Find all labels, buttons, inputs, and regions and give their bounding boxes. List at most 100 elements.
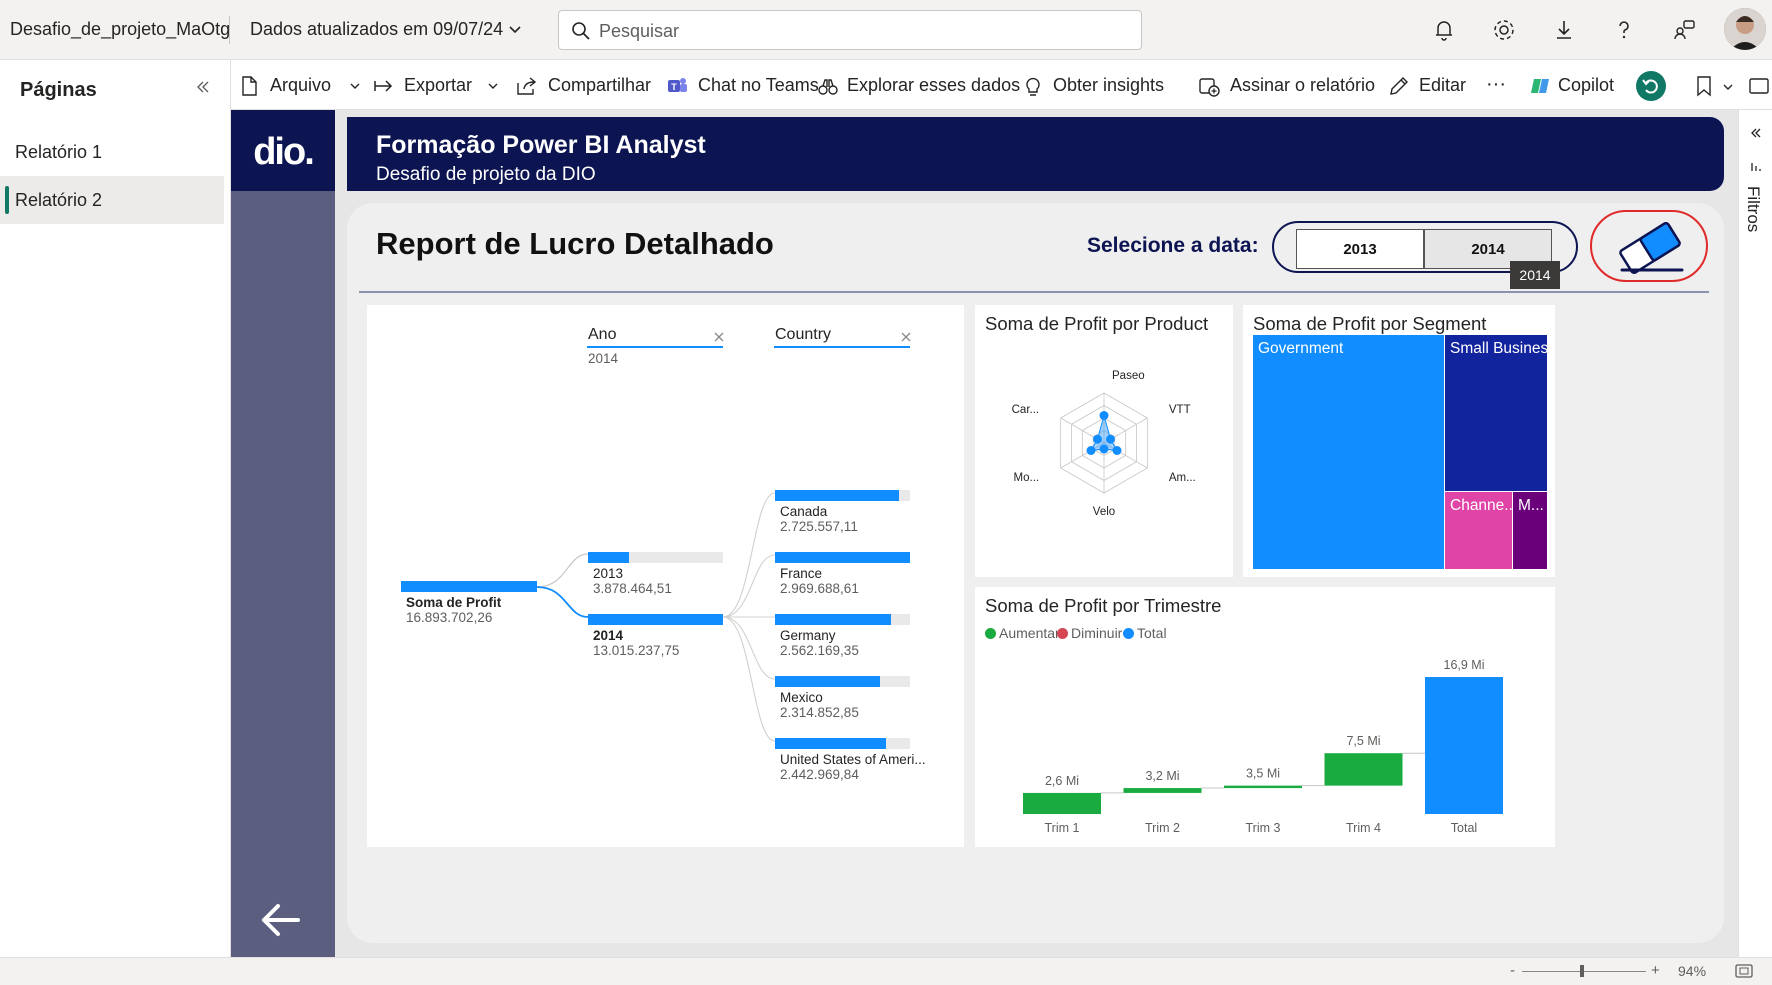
radar-axis-label: Velo [1093, 506, 1115, 518]
year-node-value: 3.878.464,51 [593, 581, 672, 596]
expand-icon[interactable] [1749, 126, 1763, 140]
waterfall-bar[interactable] [1123, 788, 1202, 793]
year-node-bar[interactable] [588, 552, 629, 563]
waterfall-bar[interactable] [1224, 785, 1302, 789]
country-node-value: 2.969.688,61 [780, 581, 859, 596]
view-icon[interactable] [1748, 75, 1770, 97]
report-sidebar: dio. [231, 110, 335, 957]
waterfall-category-label: Trim 4 [1346, 821, 1381, 835]
radar-point[interactable] [1099, 411, 1109, 420]
radar-chart-card[interactable]: Soma de Profit por Product Paseo VTT Am...… [975, 305, 1233, 577]
zoom-level[interactable]: 94% [1678, 963, 1706, 979]
fit-page-icon[interactable] [1735, 963, 1753, 979]
search-input[interactable] [599, 19, 1119, 43]
bookmark-icon[interactable] [1693, 75, 1715, 97]
copilot-button[interactable]: Copilot [1529, 73, 1619, 99]
radar-axis-label: Am... [1169, 472, 1196, 484]
country-node-value: 2.725.557,11 [780, 519, 858, 534]
insights-button[interactable]: Obter insights [1022, 73, 1165, 99]
editar-button[interactable]: Editar [1388, 73, 1468, 99]
radar-point[interactable] [1086, 446, 1096, 455]
feedback-icon[interactable] [1671, 17, 1697, 43]
root-node-value: 16.893.702,26 [406, 610, 493, 625]
country-node-bar[interactable] [775, 738, 886, 749]
chevron-down-icon [488, 83, 498, 89]
report-name[interactable]: Desafio_de_projeto_MaOtg [10, 19, 230, 40]
binoculars-icon [818, 79, 838, 95]
waterfall-category-label: Total [1451, 821, 1477, 835]
chat-teams-button[interactable]: T Chat no Teams [666, 73, 819, 99]
copilot-icon [1531, 79, 1549, 93]
search-box[interactable] [558, 10, 1142, 50]
collapse-icon[interactable] [192, 76, 214, 98]
report-canvas: dio. Formação Power BI Analyst Desafio d… [231, 110, 1738, 957]
treemap-tile-government[interactable]: Government [1253, 335, 1444, 569]
avatar[interactable] [1724, 8, 1766, 50]
zoom-in-button[interactable]: + [1651, 962, 1660, 979]
year-node-label: 2014 [593, 628, 624, 643]
insights-label: Obter insights [1053, 75, 1165, 95]
waterfall-data-label: 3,5 Mi [1246, 767, 1280, 781]
gear-icon[interactable] [1491, 17, 1517, 43]
root-node-bar[interactable] [401, 581, 537, 592]
zoom-slider-thumb[interactable] [1580, 965, 1584, 977]
filters-pane[interactable]: Filtros [1738, 110, 1772, 957]
copilot-label: Copilot [1558, 75, 1615, 95]
treemap-tile-midmarket[interactable]: M... [1513, 492, 1547, 569]
waterfall-data-label: 2,6 Mi [1045, 774, 1079, 788]
treemap-tile-channel[interactable]: Channe... [1445, 492, 1512, 569]
radar-chart: Paseo VTT Am... Velo Mo... Car... [1012, 370, 1196, 518]
year-node-bar[interactable] [588, 614, 723, 625]
explorar-button[interactable]: Explorar esses dados [817, 73, 1020, 99]
download-icon[interactable] [1551, 17, 1577, 43]
divider [229, 16, 230, 44]
decomposition-tree[interactable]: Ano 2014 Country Soma de Profit 16.893.7… [367, 305, 964, 847]
exportar-label: Exportar [404, 75, 473, 95]
bell-icon[interactable] [1431, 17, 1457, 43]
zoom-out-button[interactable]: - [1510, 962, 1515, 979]
refresh-icon[interactable] [1635, 70, 1667, 102]
country-node-label: Mexico [780, 690, 823, 705]
clear-filters-button[interactable] [1590, 210, 1708, 282]
waterfall-bar[interactable] [1425, 677, 1503, 814]
root-node-label: Soma de Profit [406, 595, 502, 610]
treemap-tile-small-business[interactable]: Small Business [1445, 335, 1547, 491]
pages-title: Páginas [20, 79, 97, 101]
country-node-bar[interactable] [775, 490, 899, 501]
more-button[interactable]: ··· [1486, 73, 1516, 99]
dio-logo: dio. [231, 110, 335, 191]
page-item-relatorio-2[interactable]: Relatório 2 [0, 176, 224, 224]
assinar-button[interactable]: Assinar o relatório [1198, 73, 1375, 99]
zoom-slider[interactable] [1522, 971, 1646, 972]
report-title: Report de Lucro Detalhado [376, 226, 774, 261]
exportar-button[interactable]: Exportar [373, 73, 498, 99]
treemap-card[interactable]: Soma de Profit por Segment Government Sm… [1243, 305, 1555, 577]
waterfall-bar[interactable] [1324, 753, 1403, 786]
chevron-down-icon[interactable] [1721, 80, 1735, 94]
waterfall-category-label: Trim 2 [1145, 821, 1180, 835]
country-node-bar[interactable] [775, 552, 910, 563]
data-updated-label[interactable]: Dados atualizados em 09/07/24 [250, 19, 503, 40]
filter-icon [1751, 163, 1761, 171]
country-node-bar[interactable] [775, 614, 891, 625]
arquivo-button[interactable]: Arquivo [238, 73, 363, 99]
report-panel: Report de Lucro Detalhado Selecione a da… [347, 203, 1724, 943]
radar-point[interactable] [1093, 434, 1103, 444]
waterfall-card[interactable]: Soma de Profit por Trimestre Aumentar Di… [975, 587, 1555, 847]
radar-point[interactable] [1099, 444, 1109, 454]
waterfall-bar[interactable] [1023, 792, 1101, 814]
radar-point[interactable] [1105, 434, 1115, 444]
page-item-relatorio-1[interactable]: Relatório 1 [0, 128, 224, 176]
radar-axis-label: Car... [1012, 404, 1039, 416]
country-node-bar[interactable] [775, 676, 880, 687]
radar-point[interactable] [1112, 446, 1122, 455]
slicer-option-2013[interactable]: 2013 [1296, 229, 1424, 269]
help-icon[interactable] [1611, 17, 1637, 43]
header-title: Formação Power BI Analyst [376, 131, 706, 159]
back-arrow-icon[interactable] [258, 900, 302, 940]
radar-axis-label: VTT [1169, 404, 1191, 416]
year-node-label: 2013 [593, 566, 624, 581]
pages-pane: Páginas Relatório 1 Relatório 2 [0, 60, 231, 957]
chevron-down-icon[interactable] [506, 20, 524, 38]
compartilhar-button[interactable]: Compartilhar [516, 73, 656, 99]
